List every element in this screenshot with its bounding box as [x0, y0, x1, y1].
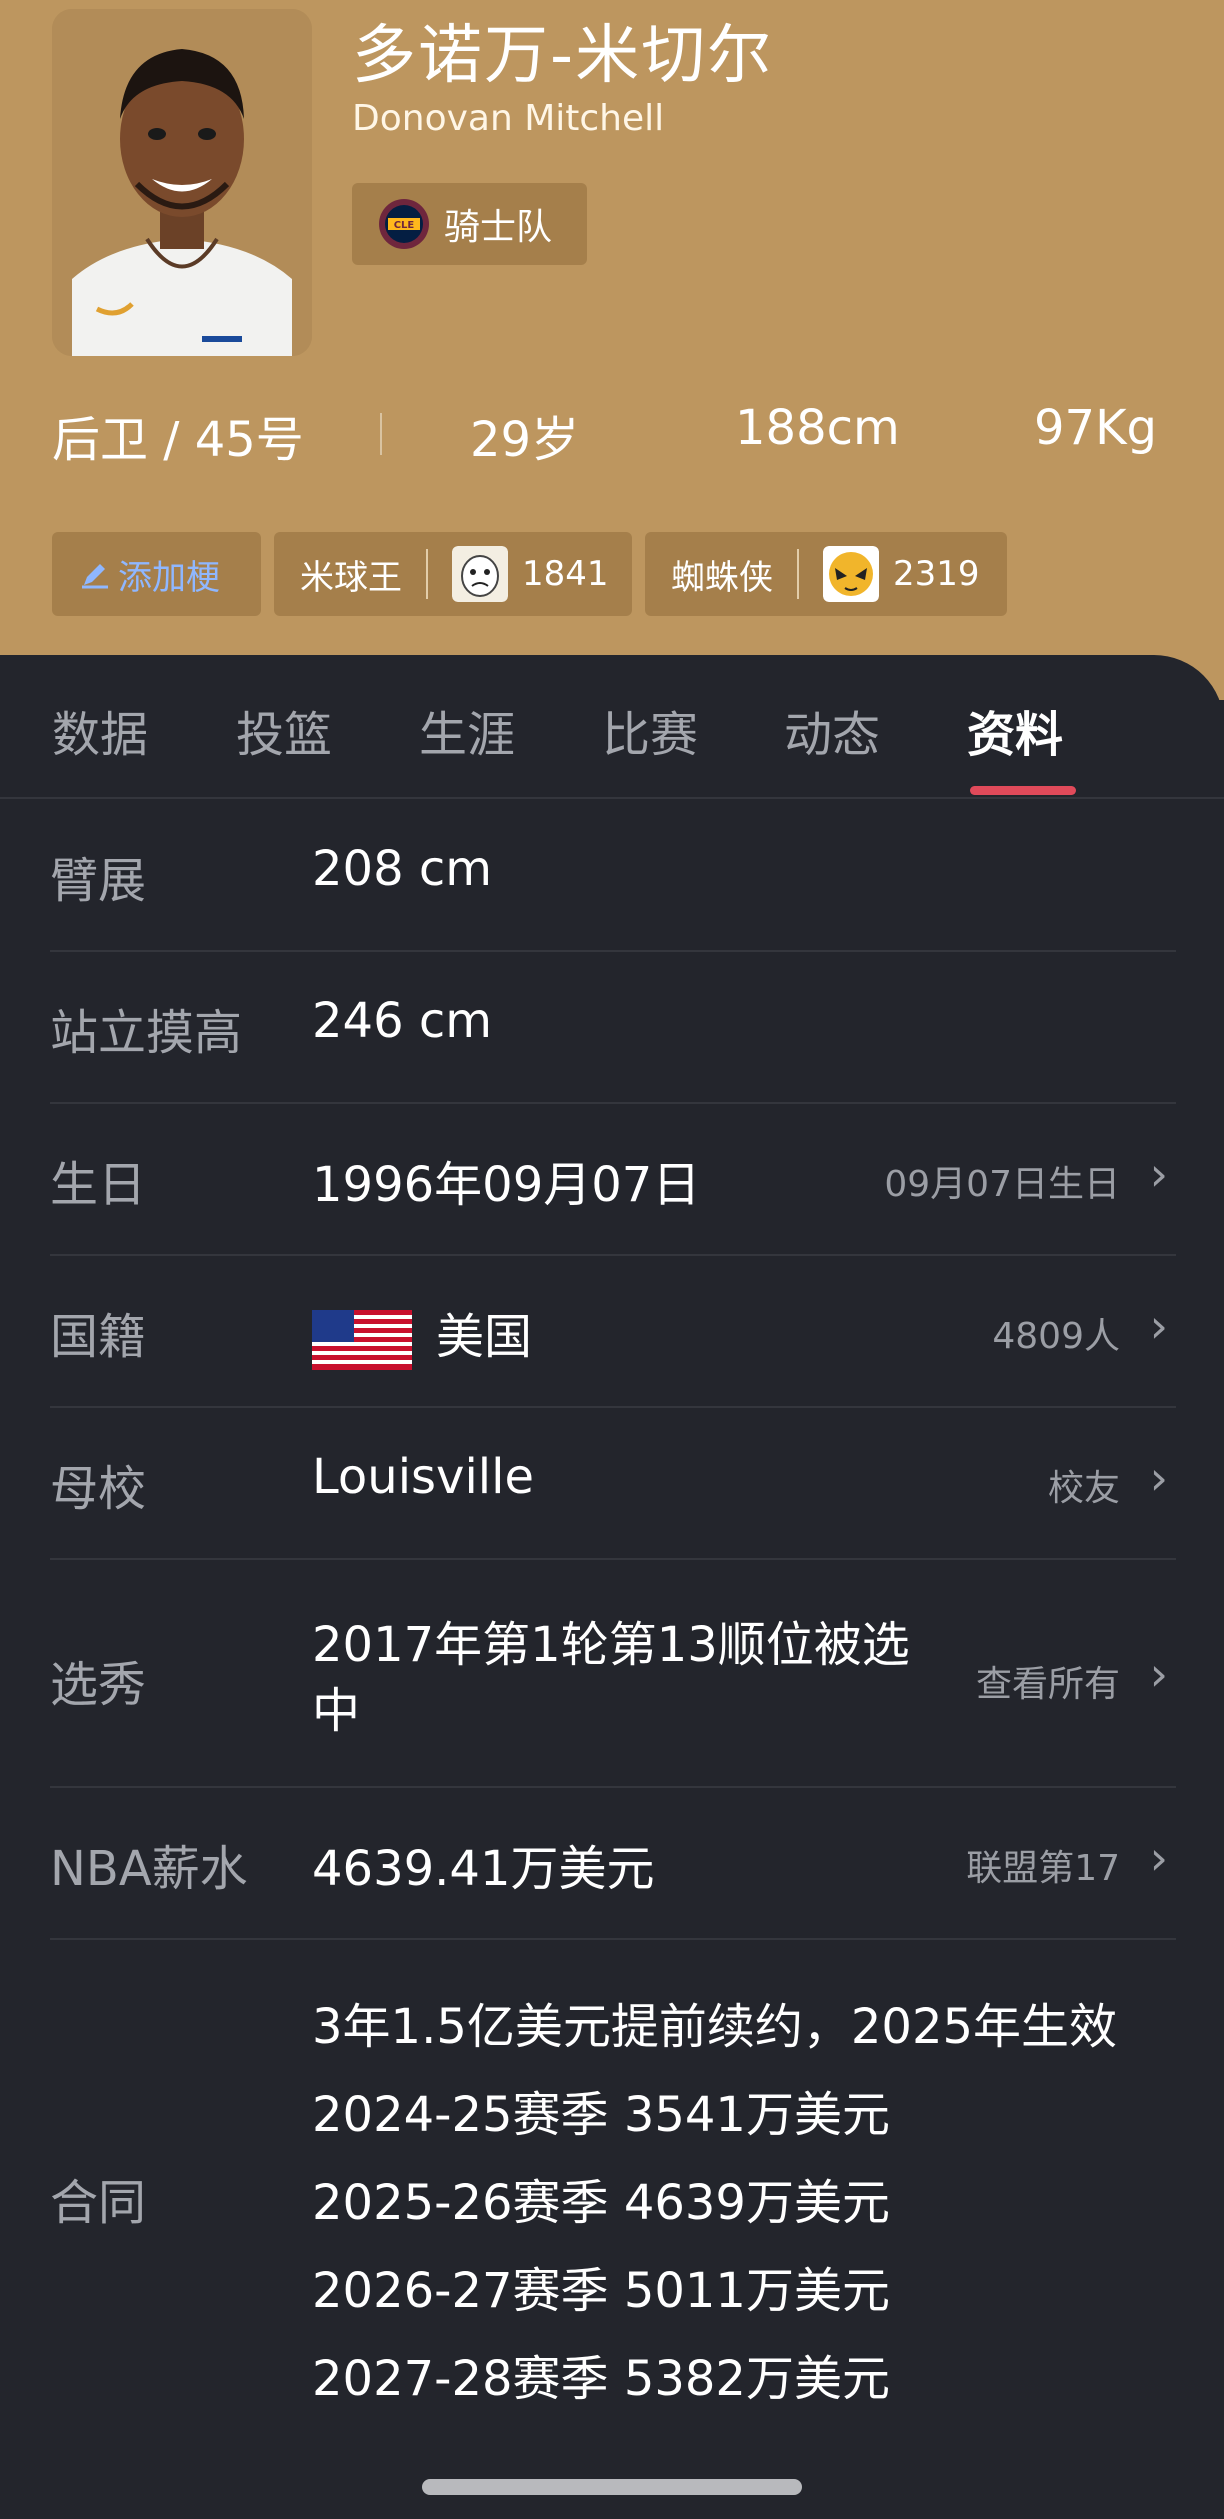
chevron-right-icon: › [1149, 1647, 1168, 1701]
row-wingspan: 臂展 208 cm [50, 799, 1176, 952]
position-number: 后卫 / 45号 [52, 412, 304, 468]
tab-shooting[interactable]: 投篮 [236, 695, 332, 765]
row-label: 母校 [50, 1461, 147, 1517]
tab-bar: 数据 投篮 生涯 比赛 动态 资料 [0, 655, 1224, 795]
chevron-right-icon: › [1149, 1147, 1168, 1201]
tag-count: 2319 [893, 554, 980, 594]
tag-separator [426, 549, 428, 599]
meme-face-icon [452, 546, 508, 602]
nationality-text: 美国 [436, 1309, 533, 1365]
row-extra: 联盟第17 [966, 1848, 1120, 1889]
contract-line: 2024-25赛季 3541万美元 [312, 2087, 890, 2143]
row-school[interactable]: 母校 Louisville 校友 › [50, 1407, 1176, 1560]
tab-news[interactable]: 动态 [784, 695, 880, 765]
player-weight: 97Kg [1034, 400, 1158, 456]
row-extra: 校友 [1047, 1468, 1120, 1509]
player-age: 29岁 [470, 412, 580, 468]
team-chip[interactable]: CLE 骑士队 [352, 183, 587, 265]
row-nationality[interactable]: 国籍 美国 4809人 › [50, 1255, 1176, 1408]
cavaliers-logo-icon: CLE [379, 199, 429, 249]
tab-stats[interactable]: 数据 [52, 695, 148, 765]
row-extra: 查看所有 [975, 1664, 1120, 1705]
row-label: 臂展 [50, 853, 147, 909]
chevron-right-icon: › [1149, 1299, 1168, 1353]
svg-text:CLE: CLE [394, 220, 415, 231]
row-salary[interactable]: NBA薪水 4639.41万美元 联盟第17 › [50, 1787, 1176, 1940]
tag-label: 米球王 [300, 557, 402, 598]
add-tag-label: 添加梗 [118, 557, 220, 598]
contract-line: 3年1.5亿美元提前续约，2025年生效 [312, 1999, 1118, 2055]
row-birthday[interactable]: 生日 1996年09月07日 09月07日生日 › [50, 1103, 1176, 1256]
team-name: 骑士队 [444, 207, 553, 248]
pencil-icon [82, 564, 108, 589]
row-extra: 4809人 [992, 1316, 1120, 1357]
row-extra: 09月07日生日 [884, 1164, 1120, 1205]
tag-separator [797, 549, 799, 599]
row-value-wrap: 美国 [312, 1297, 532, 1370]
info-divider [380, 413, 382, 455]
chevron-right-icon: › [1149, 1831, 1168, 1885]
row-draft[interactable]: 选秀 2017年第1轮第13顺位被选 中 查看所有 › [50, 1559, 1176, 1788]
player-header: 多诺万-米切尔 Donovan Mitchell CLE 骑士队 后卫 / 45… [0, 0, 1224, 700]
player-height: 188cm [735, 400, 900, 456]
us-flag-icon [312, 1310, 412, 1370]
tag-chip[interactable]: 蜘蛛侠 2319 [645, 532, 1007, 616]
player-name-cn: 多诺万-米切尔 [352, 19, 774, 93]
row-standing-reach: 站立摸高 246 cm [50, 951, 1176, 1104]
row-value-line1: 2017年第1轮第13顺位被选 [312, 1617, 910, 1673]
tag-label: 蜘蛛侠 [671, 557, 773, 598]
tag-count: 1841 [522, 554, 609, 594]
player-photo [52, 9, 312, 356]
contract-line: 2025-26赛季 4639万美元 [312, 2175, 890, 2231]
spiderman-mask-icon [823, 546, 879, 602]
tag-chip[interactable]: 米球王 1841 [274, 532, 632, 616]
tab-profile[interactable]: 资料 [967, 695, 1063, 765]
add-tag-button[interactable]: 添加梗 [52, 532, 261, 616]
tab-career[interactable]: 生涯 [419, 695, 515, 765]
player-name-en: Donovan Mitchell [352, 98, 665, 139]
active-tab-indicator [970, 786, 1076, 795]
row-label: 国籍 [50, 1309, 147, 1365]
player-info-row: 后卫 / 45号 29岁 188cm 97Kg [52, 400, 1172, 470]
row-label: 选秀 [50, 1657, 147, 1713]
row-value: 208 cm [312, 841, 493, 897]
row-value: 4639.41万美元 [312, 1841, 655, 1897]
row-label: 站立摸高 [50, 1005, 243, 1061]
row-label: NBA薪水 [50, 1841, 248, 1897]
row-contract: 合同 3年1.5亿美元提前续约，2025年生效 2024-25赛季 3541万美… [50, 1939, 1176, 2419]
contract-line: 2027-28赛季 5382万美元 [312, 2351, 890, 2407]
contract-line: 2026-27赛季 5011万美元 [312, 2263, 890, 2319]
row-value-line2: 中 [312, 1683, 361, 1739]
row-label: 生日 [50, 1157, 147, 1213]
home-indicator[interactable] [422, 2479, 802, 2495]
row-value: 246 cm [312, 993, 493, 1049]
row-value: Louisville [312, 1449, 534, 1505]
row-value: 1996年09月07日 [312, 1157, 701, 1213]
chevron-right-icon: › [1149, 1451, 1168, 1505]
tab-games[interactable]: 比赛 [602, 695, 698, 765]
row-label: 合同 [50, 2175, 147, 2231]
